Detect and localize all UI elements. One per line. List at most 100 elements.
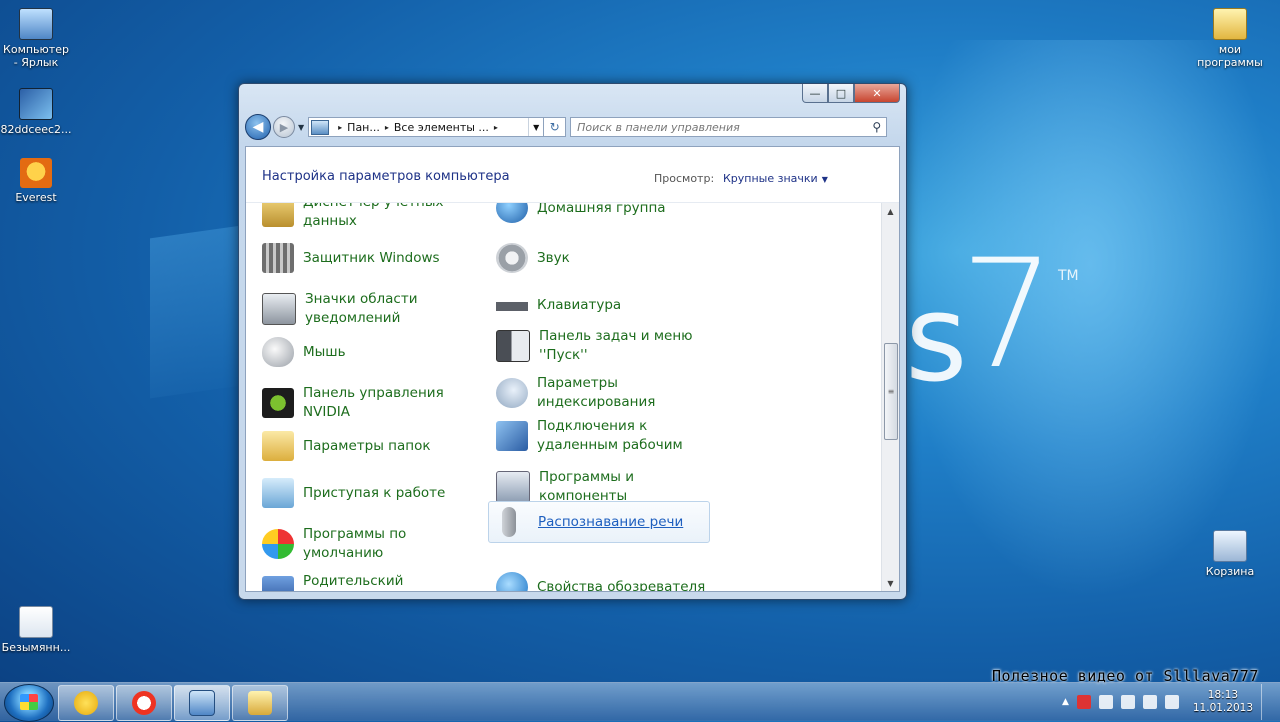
- taskbar-button-app1[interactable]: [58, 685, 114, 721]
- address-dropdown-icon[interactable]: ▼: [528, 118, 543, 136]
- taskbar-icon: [496, 330, 530, 362]
- clock[interactable]: 18:13 11.01.2013: [1193, 689, 1253, 715]
- desktop-icon-image[interactable]: 82ddceec2...: [0, 88, 72, 136]
- breadcrumb-control-panel[interactable]: Пан...: [347, 121, 380, 134]
- address-bar[interactable]: ▸ Пан... ▸ Все элементы ... ▸ ▼: [308, 117, 545, 137]
- defender-icon: [262, 243, 294, 273]
- breadcrumb-all-items[interactable]: Все элементы ...: [394, 121, 489, 134]
- item-label: Панель управления NVIDIA: [303, 385, 444, 420]
- clock-time: 18:13: [1207, 689, 1239, 701]
- list-item[interactable]: Параметры папок: [262, 431, 462, 461]
- breadcrumb-separator-icon[interactable]: ▸: [385, 123, 389, 132]
- search-icon[interactable]: ⚲: [872, 120, 881, 134]
- desktop-icon-my-programs[interactable]: мои программы: [1194, 8, 1266, 69]
- list-item[interactable]: Мышь: [262, 337, 462, 367]
- wallpaper-logo-s: s: [905, 270, 968, 409]
- back-button[interactable]: ◀: [245, 114, 271, 140]
- desktop-icon-untitled[interactable]: Безымянн...: [0, 606, 72, 654]
- control-panel-icon: [189, 690, 215, 716]
- control-panel-items: Диспетчер учетных данных Защитник Window…: [246, 203, 882, 591]
- parental-control-icon: [262, 576, 294, 591]
- breadcrumb-separator-icon[interactable]: ▸: [494, 123, 498, 132]
- list-item[interactable]: Подключения к удаленным рабочим: [496, 417, 716, 455]
- folder-icon: [1213, 8, 1247, 40]
- desktop-icon-computer[interactable]: Компьютер - Ярлык: [0, 8, 72, 69]
- wallpaper-logo-seven: 7: [960, 228, 1056, 402]
- item-label: Диспетчер учетных данных: [303, 203, 444, 229]
- mouse-icon: [262, 337, 294, 367]
- view-mode-dropdown[interactable]: Крупные значки ▼: [723, 172, 828, 185]
- maximize-button[interactable]: □: [828, 84, 854, 103]
- list-item[interactable]: Панель управления NVIDIA: [262, 384, 462, 422]
- list-item[interactable]: Панель задач и меню ''Пуск'': [496, 327, 716, 365]
- tray-network-icon[interactable]: [1120, 695, 1135, 709]
- show-desktop-button[interactable]: [1261, 684, 1272, 720]
- scrollbar-thumb[interactable]: ≡: [884, 343, 898, 440]
- content-header: Настройка параметров компьютера Просмотр…: [246, 147, 899, 203]
- folder-options-icon: [262, 431, 294, 461]
- minimize-button[interactable]: —: [802, 84, 828, 103]
- content-pane: Настройка параметров компьютера Просмотр…: [245, 146, 900, 592]
- item-label: Программы по умолчанию: [303, 526, 407, 561]
- system-tray: ▲ 18:13 11.01.2013: [1062, 683, 1272, 721]
- nvidia-icon: [262, 388, 294, 418]
- tray-flag-icon[interactable]: [1076, 695, 1091, 709]
- taskbar-button-yandex[interactable]: [116, 685, 172, 721]
- desktop-icon-everest[interactable]: Everest: [0, 158, 72, 204]
- list-item[interactable]: Свойства обозревателя: [496, 572, 716, 591]
- list-item[interactable]: Значки области уведомлений: [262, 290, 462, 328]
- remote-desktop-icon: [496, 421, 528, 451]
- list-item[interactable]: Приступая к работе: [262, 478, 462, 508]
- windows-logo-icon: [20, 694, 38, 710]
- vertical-scrollbar[interactable]: ▲ ≡ ▼: [881, 203, 899, 591]
- caption-buttons: — □ ✕: [802, 84, 900, 103]
- desktop-icon-label: Корзина: [1205, 565, 1255, 578]
- scroll-up-icon[interactable]: ▲: [882, 203, 899, 219]
- list-item[interactable]: Домашняя группа: [496, 203, 716, 223]
- tray-volume-icon[interactable]: [1142, 695, 1157, 709]
- desktop-icon-recycle-bin[interactable]: Корзина: [1194, 530, 1266, 578]
- item-label: Клавиатура: [537, 296, 622, 313]
- tray-input-icon[interactable]: [1098, 695, 1113, 709]
- close-button[interactable]: ✕: [854, 84, 900, 103]
- tray-device-icon[interactable]: [1164, 695, 1179, 709]
- item-label: Мышь: [303, 343, 346, 360]
- search-input[interactable]: Поиск в панели управления ⚲: [570, 117, 888, 137]
- taskbar-button-explorer[interactable]: [232, 685, 288, 721]
- item-label: Свойства обозревателя: [537, 578, 706, 592]
- list-item[interactable]: Звук: [496, 243, 716, 273]
- start-button[interactable]: [4, 684, 54, 722]
- breadcrumb-separator-icon[interactable]: ▸: [338, 123, 342, 132]
- list-item[interactable]: Защитник Windows: [262, 243, 462, 273]
- control-panel-icon: [311, 119, 330, 135]
- item-label: Распознавание речи: [538, 513, 684, 530]
- refresh-button[interactable]: ↻: [544, 117, 567, 137]
- indexing-icon: [496, 378, 528, 408]
- folder-icon: [248, 691, 272, 715]
- view-mode-value: Крупные значки: [723, 172, 818, 185]
- item-label: Родительский контроль: [303, 573, 404, 589]
- computer-icon: [19, 8, 53, 40]
- taskbar-button-control-panel[interactable]: [174, 685, 230, 721]
- sound-icon: [496, 243, 528, 273]
- wallpaper-logo-tm: TM: [1058, 268, 1079, 284]
- list-item[interactable]: Клавиатура: [496, 290, 716, 320]
- list-item[interactable]: Родительский контроль: [262, 572, 462, 591]
- item-label: Домашняя группа: [537, 203, 666, 216]
- list-item[interactable]: Диспетчер учетных данных: [262, 203, 462, 231]
- desktop-icon-label: Компьютер - Ярлык: [3, 43, 69, 69]
- scroll-down-icon[interactable]: ▼: [882, 575, 899, 591]
- page-title: Настройка параметров компьютера: [262, 169, 510, 184]
- control-panel-window: — □ ✕ ◀ ▶ ▼ ▸ Пан... ▸ Все элементы ... …: [238, 83, 907, 600]
- getting-started-icon: [262, 478, 294, 508]
- item-label: Параметры индексирования: [537, 375, 656, 410]
- arrow-left-icon: ◀: [252, 119, 264, 135]
- chevron-down-icon: ▼: [821, 175, 828, 184]
- list-item[interactable]: Параметры индексирования: [496, 374, 716, 412]
- forward-button[interactable]: ▶: [273, 116, 295, 138]
- tray-expand-icon[interactable]: ▲: [1062, 697, 1069, 707]
- list-item[interactable]: Программы по умолчанию: [262, 525, 462, 563]
- list-item-speech-recognition[interactable]: Распознавание речи: [488, 501, 710, 543]
- item-label: Звук: [537, 249, 570, 266]
- history-dropdown-icon[interactable]: ▼: [298, 123, 304, 132]
